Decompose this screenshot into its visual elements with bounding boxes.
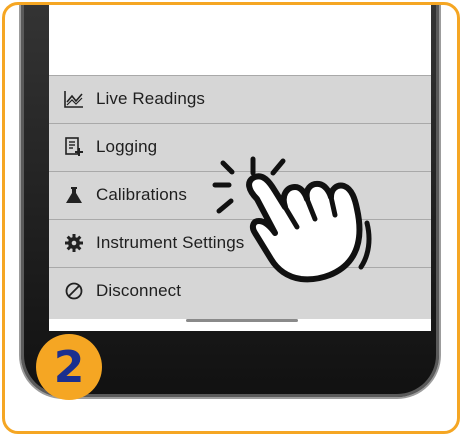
menu-item-label: Live Readings [96, 89, 206, 108]
log-add-icon [63, 136, 85, 158]
tap-hand-icon [212, 156, 372, 283]
screen-top-area [49, 5, 431, 75]
home-indicator [186, 319, 298, 322]
menu-item-label: Calibrations [96, 185, 187, 204]
step-number: 2 [53, 342, 85, 393]
step-card: Live Readings Logging Calibrations Instr… [2, 2, 460, 434]
menu-item-label: Disconnect [96, 281, 182, 300]
step-number-badge: 2 [36, 334, 102, 400]
gear-icon [63, 232, 85, 254]
flask-icon [63, 184, 85, 206]
disconnect-icon [63, 280, 85, 302]
menu-item-label: Logging [96, 137, 158, 156]
menu-item-live-readings[interactable]: Live Readings [49, 75, 431, 122]
chart-line-icon [63, 88, 85, 110]
